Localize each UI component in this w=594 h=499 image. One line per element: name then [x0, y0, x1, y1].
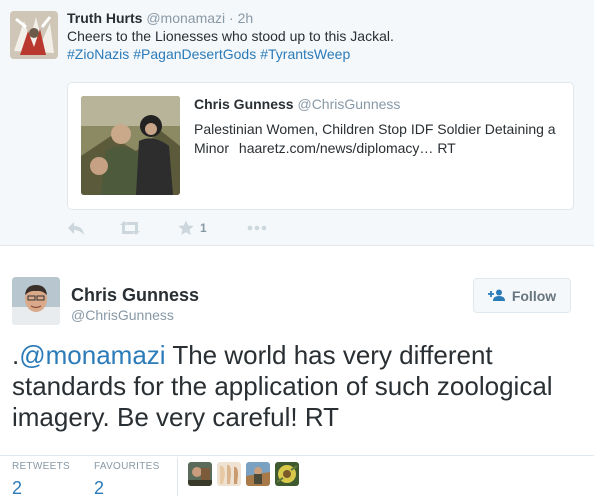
parent-tweet-text: Cheers to the Lionesses who stood up to …: [67, 27, 577, 63]
follow-button[interactable]: Follow: [473, 278, 571, 313]
tweet-text: Cheers to the Lionesses who stood up to …: [67, 28, 394, 44]
quoted-author-name[interactable]: Chris Gunness: [194, 96, 294, 112]
hashtag-link[interactable]: #PaganDesertGods: [133, 46, 256, 62]
hashtag-link[interactable]: #ZioNazis: [67, 46, 129, 62]
favoriter-avatars: [188, 462, 304, 486]
quoted-author-handle[interactable]: @ChrisGunness: [297, 96, 400, 112]
favorite-button[interactable]: 1: [178, 218, 207, 238]
parent-tweet-header: Truth Hurts @monamazi · 2h: [67, 9, 253, 27]
reply-button[interactable]: [67, 218, 85, 238]
parent-tweet[interactable]: Truth Hurts @monamazi · 2h Cheers to the…: [0, 0, 594, 246]
more-icon: [247, 225, 267, 231]
star-icon: [178, 220, 194, 236]
quoted-tweet[interactable]: Chris Gunness @ChrisGunness Palestinian …: [67, 82, 574, 210]
tweet-actions: 1: [67, 218, 327, 238]
favourites-label: FAVOURITES: [94, 461, 160, 472]
favourites-count: 2: [94, 478, 105, 498]
hashtag-link[interactable]: #TyrantsWeep: [260, 46, 350, 62]
follow-label: Follow: [511, 287, 557, 304]
quoted-tweet-image[interactable]: [81, 96, 180, 195]
avatar[interactable]: [217, 462, 241, 486]
author-handle[interactable]: @monamazi: [146, 10, 225, 26]
follow-icon: [487, 288, 512, 304]
retweet-button[interactable]: [120, 218, 140, 238]
favorite-count: 1: [200, 221, 207, 235]
quoted-tweet-text: Palestinian Women, Children Stop IDF Sol…: [194, 120, 564, 158]
author-handle[interactable]: @ChrisGunness: [71, 306, 174, 324]
author-name[interactable]: Chris Gunness: [71, 284, 199, 306]
more-button[interactable]: [247, 218, 267, 238]
author-name[interactable]: Truth Hurts: [67, 10, 142, 26]
avatar[interactable]: [275, 462, 299, 486]
favourites-stat[interactable]: FAVOURITES 2: [94, 461, 160, 499]
quoted-link[interactable]: haaretz.com/news/diplomacy… RT: [239, 140, 456, 156]
mention-link[interactable]: @monamazi: [19, 340, 165, 370]
retweet-icon: [120, 220, 140, 236]
reply-icon: [67, 220, 85, 236]
retweets-stat[interactable]: RETWEETS 2: [12, 461, 70, 499]
avatar[interactable]: [12, 277, 60, 325]
quoted-tweet-header: Chris Gunness @ChrisGunness: [194, 95, 400, 113]
main-tweet-text: .@monamazi The world has very different …: [12, 340, 587, 433]
tweet-timestamp[interactable]: · 2h: [229, 10, 253, 26]
tweet-stats: RETWEETS 2 FAVOURITES 2: [0, 455, 594, 498]
retweets-count: 2: [12, 478, 23, 498]
avatar[interactable]: [10, 11, 58, 59]
retweets-label: RETWEETS: [12, 461, 70, 472]
avatar[interactable]: [246, 462, 270, 486]
hashtags: #ZioNazis #PaganDesertGods #TyrantsWeep: [67, 45, 577, 63]
avatar[interactable]: [188, 462, 212, 486]
stats-divider: [177, 458, 178, 496]
